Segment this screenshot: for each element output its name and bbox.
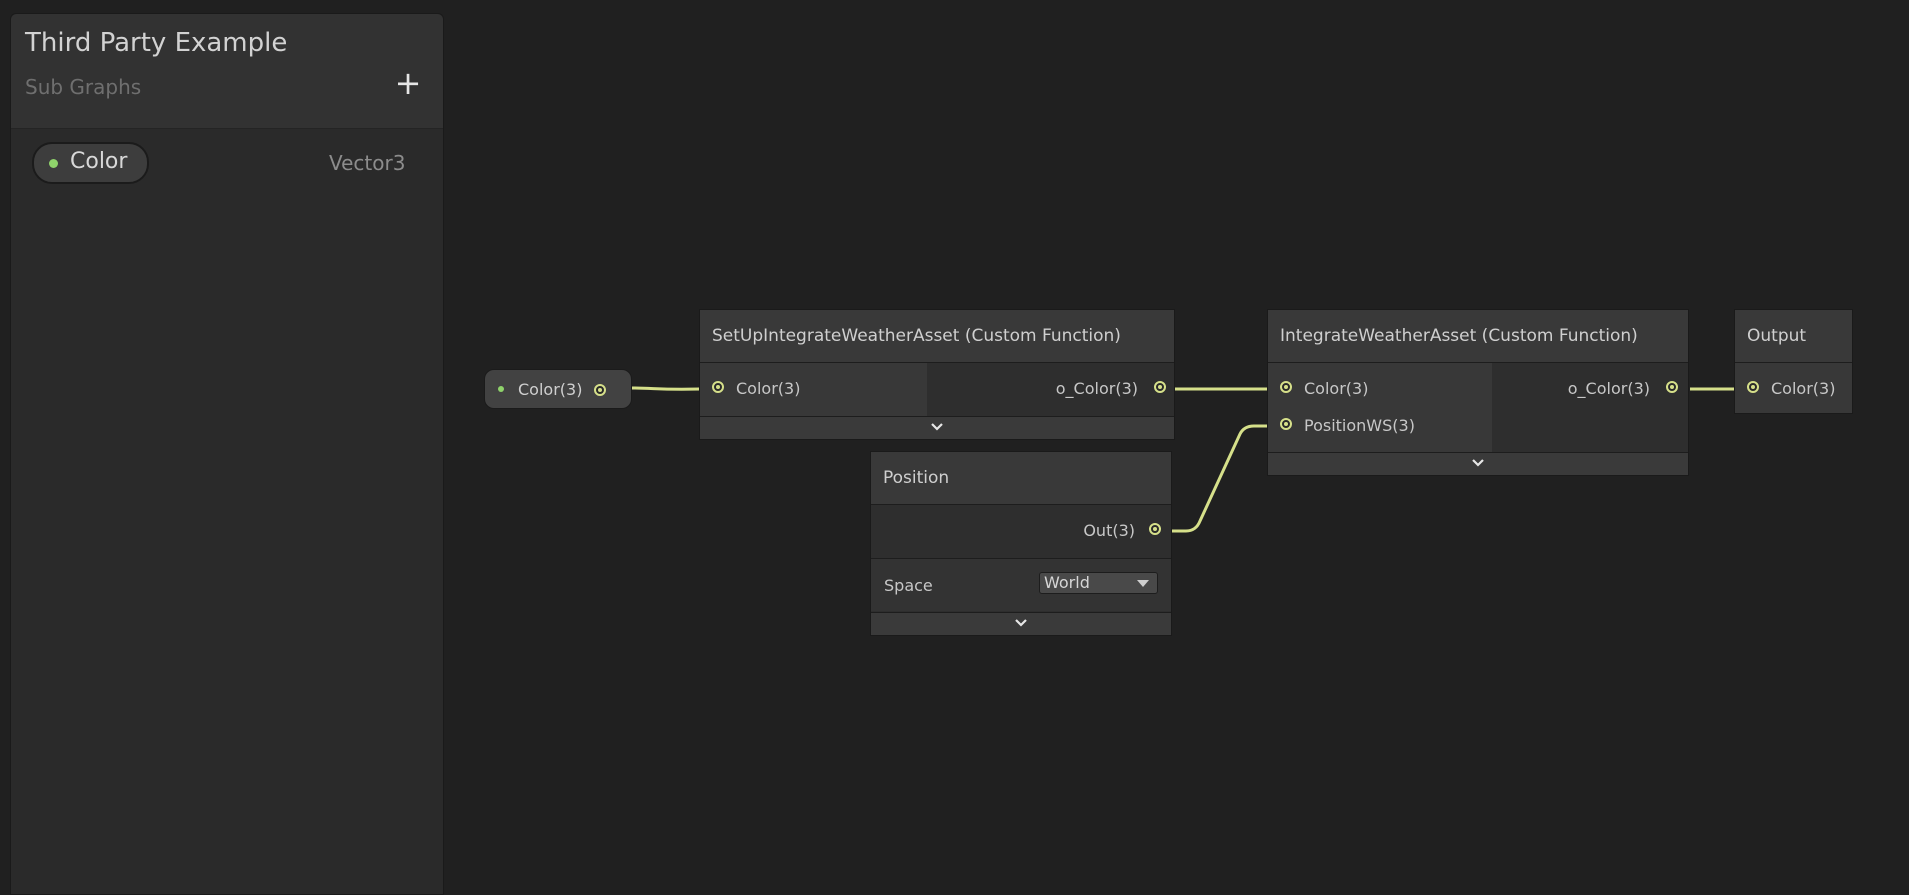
chevron-down-icon [1472,459,1484,467]
output-node[interactable]: Output Color(3) [1734,309,1853,414]
node-title: SetUpIntegrateWeatherAsset (Custom Funct… [712,326,1121,346]
output-port-o-color[interactable] [1666,381,1678,393]
input-ports: Color(3) [700,363,927,416]
wire-color-to-setup [631,386,701,391]
input-ports: Color(3) [1735,363,1852,413]
property-dot [498,386,504,392]
property-node-color[interactable]: Color(3) [484,369,632,409]
output-ports: o_Color(3) [1493,363,1688,452]
node-expand-bar[interactable] [1268,452,1688,475]
node-title: IntegrateWeatherAsset (Custom Function) [1280,326,1638,346]
space-setting-row: Space World [871,558,1171,611]
wire-position-to-integrate [1162,424,1268,533]
triangle-down-icon [1137,580,1149,587]
input-port-color[interactable] [1747,381,1759,393]
output-port-label: o_Color(3) [1055,379,1138,398]
input-port-label: Color(3) [1771,379,1836,398]
input-port-color[interactable] [712,381,724,393]
node-expand-bar[interactable] [700,416,1174,439]
output-ports: Out(3) [871,505,1171,558]
output-port-label: o_Color(3) [1567,379,1650,398]
position-node[interactable]: Position Out(3) Space World [870,451,1172,636]
integrate-custom-function-node[interactable]: IntegrateWeatherAsset (Custom Function) … [1267,309,1689,476]
node-title-bar: Output [1735,310,1852,363]
input-port-label: Color(3) [736,379,801,398]
property-node-label: Color(3) [518,380,583,399]
input-ports: Color(3) PositionWS(3) [1268,363,1492,452]
node-expand-bar[interactable] [871,612,1171,635]
output-port[interactable] [594,384,606,396]
chevron-down-icon [1015,619,1027,627]
input-port-label: PositionWS(3) [1304,416,1415,435]
setup-custom-function-node[interactable]: SetUpIntegrateWeatherAsset (Custom Funct… [699,309,1175,440]
input-port-label: Color(3) [1304,379,1369,398]
node-title-bar: IntegrateWeatherAsset (Custom Function) [1268,310,1688,363]
node-title: Output [1747,326,1807,346]
node-title-bar: Position [871,452,1171,505]
input-port-color[interactable] [1280,381,1292,393]
output-port-out[interactable] [1149,523,1161,535]
output-port-o-color[interactable] [1154,381,1166,393]
output-port-label: Out(3) [1083,521,1135,540]
node-title: Position [883,468,950,488]
chevron-down-icon [931,423,943,431]
input-port-position-ws[interactable] [1280,418,1292,430]
space-dropdown-value: World [1044,573,1090,592]
space-label: Space [884,576,933,595]
space-dropdown[interactable]: World [1039,572,1158,594]
node-title-bar: SetUpIntegrateWeatherAsset (Custom Funct… [700,310,1174,363]
output-ports: o_Color(3) [928,363,1174,416]
